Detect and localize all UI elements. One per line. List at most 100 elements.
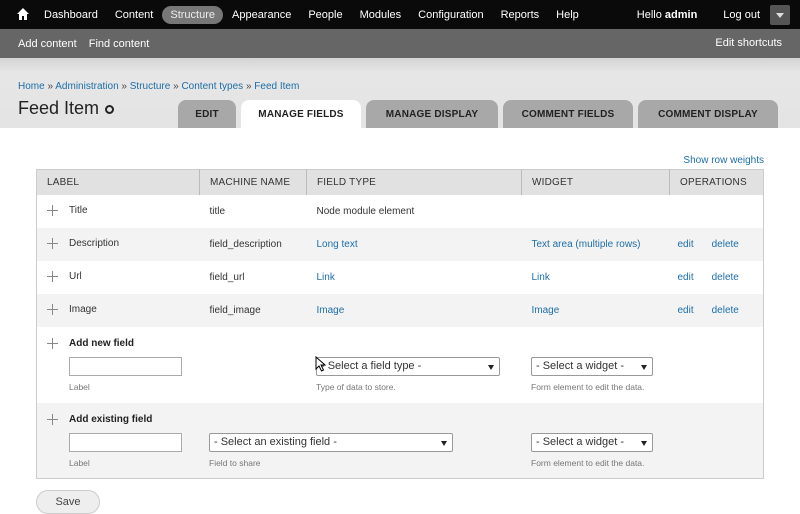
delete-link[interactable]: delete [712, 272, 739, 283]
breadcrumb: Home » Administration » Structure » Cont… [18, 81, 299, 92]
delete-link[interactable]: delete [712, 305, 739, 316]
existing-field-select[interactable]: - Select an existing field - [209, 432, 453, 452]
primary-tabs: EDIT MANAGE FIELDS MANAGE DISPLAY COMMEN… [178, 100, 783, 128]
show-row-weights-link[interactable]: Show row weights [683, 155, 764, 166]
tab-edit[interactable]: EDIT [178, 100, 236, 128]
drag-handle-icon[interactable] [47, 271, 58, 283]
new-field-widget-select[interactable]: - Select a widget - [531, 356, 653, 376]
field-type-select[interactable]: - Select a field type - [316, 356, 500, 376]
field-type-link[interactable]: Long text [317, 239, 358, 250]
chevron-down-icon [488, 364, 494, 370]
existing-field-label-hint: Label [69, 457, 90, 468]
edit-shortcuts-link[interactable]: Edit shortcuts [715, 37, 782, 49]
breadcrumb-structure[interactable]: Structure [130, 81, 171, 92]
drag-handle-icon[interactable] [47, 337, 58, 349]
machine-name: field_image [209, 304, 261, 316]
breadcrumb-feed-item[interactable]: Feed Item [254, 81, 299, 92]
mouse-cursor-icon [315, 356, 327, 372]
hello-prefix: Hello [636, 8, 665, 21]
existing-field-label-input[interactable] [69, 432, 182, 452]
toolbar-item-configuration[interactable]: Configuration [410, 6, 491, 24]
tab-comment-display[interactable]: COMMENT DISPLAY [638, 100, 778, 128]
table-row: Description field_description Long text … [36, 227, 764, 261]
header-operations: OPERATIONS [669, 169, 764, 195]
chevron-down-icon [641, 364, 647, 370]
shortcut-add-content[interactable]: Add content [18, 38, 77, 50]
new-field-widget-hint: Form element to edit the data. [531, 381, 645, 392]
toolbar-item-dashboard[interactable]: Dashboard [36, 6, 106, 24]
existing-field-select-value: - Select an existing field - [214, 435, 337, 448]
add-new-field-title: Add new field [69, 337, 134, 349]
toolbar-item-appearance[interactable]: Appearance [224, 6, 299, 24]
edit-link[interactable]: edit [678, 305, 694, 316]
edit-link[interactable]: edit [678, 239, 694, 250]
widget-link[interactable]: Link [532, 272, 550, 283]
field-type: Node module element [316, 205, 415, 217]
logout-link[interactable]: Log out [723, 9, 760, 21]
table-row: Title title Node module element [37, 195, 764, 228]
chevron-down-icon [441, 440, 447, 446]
drag-handle-icon[interactable] [47, 205, 58, 217]
breadcrumb-administration[interactable]: Administration [55, 81, 118, 92]
field-label: Image [69, 304, 97, 316]
field-type-hint: Type of data to store. [316, 381, 396, 392]
new-field-label-input[interactable] [69, 356, 182, 376]
toolbar-item-people[interactable]: People [300, 6, 350, 24]
header-machine-name: MACHINE NAME [199, 169, 307, 195]
table-row: Image field_image Image Image edit delete [36, 293, 764, 327]
fields-table: LABEL MACHINE NAME FIELD TYPE WIDGET OPE… [36, 169, 764, 479]
tab-manage-display[interactable]: MANAGE DISPLAY [366, 100, 498, 128]
add-existing-field-title: Add existing field [69, 413, 153, 425]
header-field-type: FIELD TYPE [306, 169, 522, 195]
drag-handle-icon[interactable] [47, 413, 58, 425]
toggle-shortcuts-button[interactable] [770, 5, 790, 25]
hello-text: Hello admin [637, 9, 698, 21]
field-type-select-value: - Select a field type - [321, 359, 422, 372]
tab-manage-fields[interactable]: MANAGE FIELDS [241, 100, 361, 128]
machine-name: field_url [209, 271, 245, 283]
table-header-row: LABEL MACHINE NAME FIELD TYPE WIDGET OPE… [36, 169, 764, 195]
drag-handle-icon[interactable] [47, 304, 58, 316]
breadcrumb-separator: » [47, 81, 54, 92]
toolbar-item-help[interactable]: Help [548, 6, 587, 24]
field-type-link[interactable]: Link [317, 272, 335, 283]
chevron-down-icon [641, 440, 647, 446]
widget [522, 195, 670, 228]
existing-field-hint: Field to share [209, 457, 261, 468]
toolbar-user: Hello admin Log out [637, 0, 760, 29]
toolbar-item-modules[interactable]: Modules [352, 6, 410, 24]
toolbar-item-reports[interactable]: Reports [493, 6, 548, 24]
tab-comment-fields[interactable]: COMMENT FIELDS [503, 100, 633, 128]
shortcuts-bar: Add content Find content Edit shortcuts [0, 29, 800, 58]
toolbar-item-content[interactable]: Content [107, 6, 162, 24]
widget-select-value: - Select a widget - [536, 359, 625, 372]
delete-link[interactable]: delete [712, 239, 739, 250]
table-row: Url field_url Link Link edit delete [37, 261, 764, 294]
toolbar-item-structure[interactable]: Structure [162, 5, 223, 24]
page-title: Feed Item [18, 98, 100, 118]
add-existing-field-row: Add existing field Label - Select an exi… [36, 402, 764, 479]
field-label: Description [69, 238, 120, 250]
drag-handle-icon[interactable] [47, 238, 58, 250]
breadcrumb-separator: » [121, 81, 127, 92]
existing-field-widget-select[interactable]: - Select a widget - [531, 432, 653, 452]
shortcut-find-content[interactable]: Find content [89, 38, 150, 50]
new-field-label-hint: Label [69, 381, 90, 392]
admin-toolbar: Dashboard Content Structure Appearance P… [0, 0, 800, 29]
breadcrumb-content-types[interactable]: Content types [181, 81, 243, 92]
breadcrumb-separator: » [245, 81, 252, 92]
widget-select-value: - Select a widget - [536, 435, 625, 448]
breadcrumb-home[interactable]: Home [18, 81, 45, 92]
machine-name: field_description [209, 238, 282, 250]
username-link[interactable]: admin [665, 9, 697, 21]
header-label: LABEL [36, 169, 200, 195]
home-icon[interactable] [16, 7, 30, 21]
field-type-link[interactable]: Image [317, 305, 345, 316]
widget-link[interactable]: Image [532, 305, 560, 316]
toolbar-menu: Dashboard Content Structure Appearance P… [36, 0, 588, 29]
add-shortcut-icon[interactable] [105, 105, 114, 114]
widget-link[interactable]: Text area (multiple rows) [532, 239, 641, 250]
save-button[interactable]: Save [36, 490, 100, 514]
edit-link[interactable]: edit [678, 272, 694, 283]
operations [670, 195, 764, 228]
